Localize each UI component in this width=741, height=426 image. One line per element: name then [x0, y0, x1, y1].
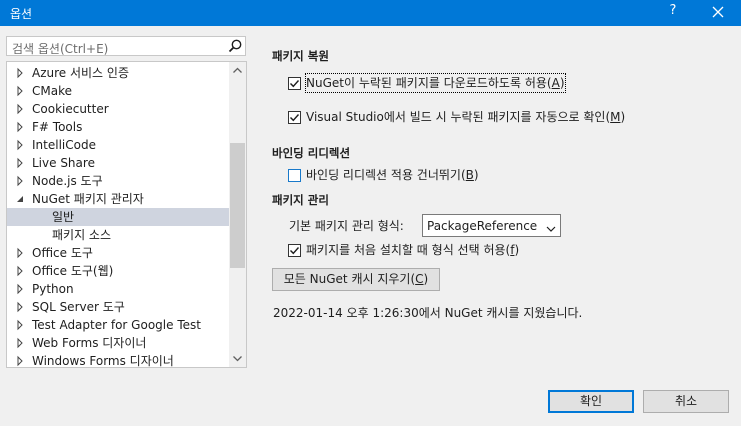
tree-item-label: IntelliCode — [32, 138, 96, 152]
package-management-heading: 패키지 관리 — [272, 193, 329, 207]
tree-item-label: SQL Server 도구 — [32, 300, 125, 314]
close-icon — [712, 6, 724, 18]
expand-arrow-icon[interactable] — [15, 136, 25, 154]
help-button[interactable]: ? — [663, 3, 683, 18]
binding-redirects-heading: 바인딩 리디렉션 — [272, 146, 351, 160]
expand-arrow-icon[interactable] — [15, 316, 25, 334]
expand-arrow-icon[interactable] — [15, 64, 25, 82]
expand-arrow-icon[interactable] — [15, 172, 25, 190]
tree-item[interactable]: CMake — [7, 82, 229, 100]
tree-item-label: Office 도구(웹) — [32, 264, 114, 278]
tree-item[interactable]: Live Share — [7, 154, 229, 172]
tree-item[interactable]: F# Tools — [7, 118, 229, 136]
expand-arrow-icon[interactable] — [15, 82, 25, 100]
tree-item-label: CMake — [32, 84, 72, 98]
tree-item-label: Test Adapter for Google Test — [32, 318, 201, 332]
tree-item[interactable]: Azure 서비스 인증 — [7, 64, 229, 82]
tree-item-label: Cookiecutter — [32, 102, 109, 116]
checkmark-icon — [290, 114, 300, 122]
scroll-thumb[interactable] — [230, 143, 245, 268]
collapse-arrow-icon[interactable] — [15, 190, 25, 208]
tree-item-label: 일반 — [52, 210, 75, 224]
window-title: 옵션 — [10, 7, 33, 21]
tree-item-label: F# Tools — [32, 120, 83, 134]
clear-all-nuget-cache-button[interactable]: 모든 NuGet 캐시 지우기(C) — [272, 268, 440, 291]
allow-format-choice-label: 패키지를 처음 설치할 때 형식 선택 허용(f) — [306, 243, 520, 257]
scroll-down-button[interactable] — [229, 350, 246, 367]
tree-item-label: Azure 서비스 인증 — [32, 66, 129, 80]
expand-arrow-icon[interactable] — [15, 244, 25, 262]
search-input[interactable]: 검색 옵션(Ctrl+E) — [6, 36, 246, 56]
expand-arrow-icon[interactable] — [15, 262, 25, 280]
tree-item-label: Windows Forms 디자이너 — [32, 354, 174, 368]
tree-item[interactable]: Node.js 도구 — [7, 172, 229, 190]
cancel-button[interactable]: 취소 — [643, 390, 729, 413]
skip-binding-redirects-check-box[interactable] — [288, 169, 301, 182]
title-bar: 옵션 ? — [0, 0, 741, 26]
tree-item-label: Node.js 도구 — [32, 174, 103, 188]
expand-arrow-icon[interactable] — [15, 352, 25, 367]
tree-item[interactable]: 일반 — [7, 208, 229, 226]
options-tree[interactable]: Azure 서비스 인증 CMake Cookiecutter F# Tools Int… — [6, 61, 247, 368]
search-placeholder: 검색 옵션(Ctrl+E) — [12, 42, 109, 56]
tree-item-label: Web Forms 디자이너 — [32, 336, 147, 350]
chevron-down-icon — [233, 356, 242, 362]
package-restore-heading: 패키지 복원 — [272, 49, 329, 63]
default-format-select[interactable]: PackageReference — [422, 214, 561, 237]
expand-arrow-icon[interactable] — [15, 298, 25, 316]
allow-download-label: NuGet이 누락된 패키지를 다운로드하도록 허용(A) — [305, 73, 566, 93]
tree-item[interactable]: Web Forms 디자이너 — [7, 334, 229, 352]
tree-item-label: Live Share — [32, 156, 95, 170]
search-icon[interactable] — [227, 38, 243, 54]
tree-item-label: Office 도구 — [32, 246, 93, 260]
close-button[interactable] — [706, 2, 730, 24]
tree-item-label: NuGet 패키지 관리자 — [32, 192, 144, 206]
tree-item[interactable]: Cookiecutter — [7, 100, 229, 118]
default-format-label: 기본 패키지 관리 형식: — [289, 219, 404, 233]
scroll-up-button[interactable] — [229, 62, 246, 79]
expand-arrow-icon[interactable] — [15, 280, 25, 298]
chevron-up-icon — [233, 67, 242, 73]
tree-item[interactable]: Python — [7, 280, 229, 298]
expand-arrow-icon[interactable] — [15, 100, 25, 118]
tree-item[interactable]: Office 도구 — [7, 244, 229, 262]
tree-item[interactable]: 패키지 소스 — [7, 226, 229, 244]
checkmark-icon — [290, 80, 300, 88]
expand-arrow-icon[interactable] — [15, 154, 25, 172]
tree-item[interactable]: NuGet 패키지 관리자 — [7, 190, 229, 208]
tree-item-label: 패키지 소스 — [52, 228, 112, 242]
auto-check-label: Visual Studio에서 빌드 시 누락된 패키지를 자동으로 확인(M) — [306, 110, 626, 124]
skip-binding-redirects-label: 바인딩 리디렉션 적용 건너뛰기(B) — [306, 168, 479, 182]
tree-item[interactable]: Test Adapter for Google Test — [7, 316, 229, 334]
default-format-value: PackageReference — [427, 219, 538, 233]
tree-item[interactable]: IntelliCode — [7, 136, 229, 154]
status-message: 2022-01-14 오후 1:26:30에서 NuGet 캐시를 지웠습니다. — [273, 306, 583, 320]
tree-item[interactable]: SQL Server 도구 — [7, 298, 229, 316]
allow-download-check-box[interactable] — [288, 77, 301, 90]
auto-check-check-box[interactable] — [288, 111, 301, 124]
chevron-down-icon — [546, 222, 556, 232]
checkmark-icon — [290, 247, 300, 255]
tree-scrollbar[interactable] — [229, 62, 246, 367]
tree-item[interactable]: Windows Forms 디자이너 — [7, 352, 229, 368]
ok-button[interactable]: 확인 — [548, 390, 634, 413]
tree-item[interactable]: Office 도구(웹) — [7, 262, 229, 280]
tree-item-label: Python — [32, 282, 74, 296]
expand-arrow-icon[interactable] — [15, 118, 25, 136]
allow-format-choice-check-box[interactable] — [288, 244, 301, 257]
expand-arrow-icon[interactable] — [15, 334, 25, 352]
